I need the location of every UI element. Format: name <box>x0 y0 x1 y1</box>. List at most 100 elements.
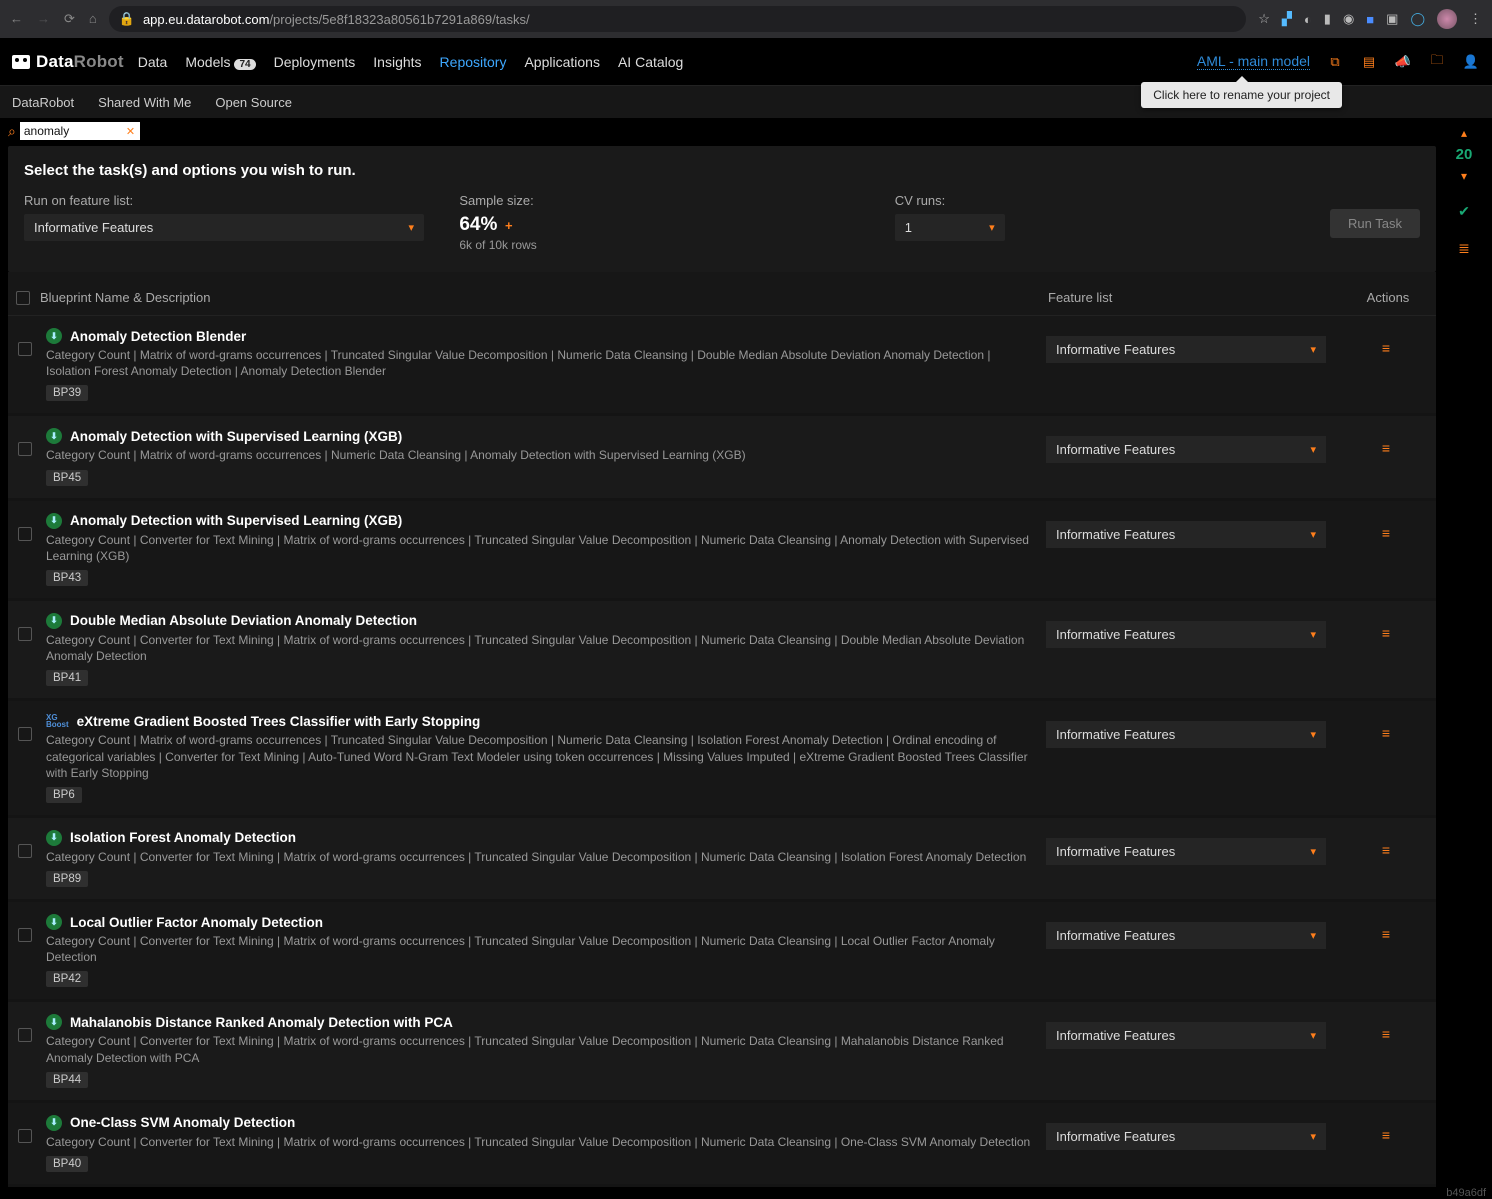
bullhorn-icon[interactable]: 📣 <box>1394 54 1412 70</box>
subtab-datarobot[interactable]: DataRobot <box>12 95 74 110</box>
row-feature-list-dropdown[interactable]: Informative Features▾ <box>1046 436 1326 463</box>
cv-runs-label: CV runs: <box>895 193 1310 208</box>
ext-3-icon[interactable]: ▮ <box>1324 11 1331 27</box>
row-actions-icon[interactable]: ≡ <box>1346 513 1426 541</box>
search-input[interactable] <box>20 122 140 140</box>
project-name[interactable]: AML - main model <box>1197 53 1310 70</box>
logo[interactable]: DataRobot <box>12 52 124 72</box>
menu-item-models[interactable]: Models74 <box>185 54 255 70</box>
row-actions-icon[interactable]: ≡ <box>1346 1115 1426 1143</box>
blueprint-title[interactable]: Anomaly Detection Blender <box>70 329 246 344</box>
row-feature-list-value: Informative Features <box>1056 442 1175 457</box>
ext-5-icon[interactable]: ■ <box>1366 12 1374 27</box>
row-actions-icon[interactable]: ≡ <box>1346 613 1426 641</box>
blueprint-id-badge: BP42 <box>46 971 88 987</box>
table-row: ⬇ Anomaly Detection with Supervised Learn… <box>8 416 1436 500</box>
chevron-down-icon[interactable]: ▾ <box>1461 169 1467 183</box>
row-feature-list-dropdown[interactable]: Informative Features▾ <box>1046 838 1326 865</box>
chevron-up-icon[interactable]: ▴ <box>1461 126 1467 140</box>
blueprint-title[interactable]: One-Class SVM Anomaly Detection <box>70 1115 295 1130</box>
row-feature-list-dropdown[interactable]: Informative Features▾ <box>1046 521 1326 548</box>
blueprint-title[interactable]: Anomaly Detection with Supervised Learni… <box>70 513 402 528</box>
chevron-down-icon: ▾ <box>1310 1130 1316 1143</box>
row-checkbox[interactable] <box>18 928 32 942</box>
user-icon[interactable]: 👤 <box>1462 54 1480 70</box>
blueprint-title[interactable]: Double Median Absolute Deviation Anomaly… <box>70 613 417 628</box>
algorithm-icon: ⬇ <box>46 428 62 444</box>
check-circle-icon[interactable]: ✔ <box>1458 203 1470 220</box>
chevron-down-icon: ▾ <box>989 221 995 234</box>
home-icon[interactable]: ⌂ <box>89 11 97 27</box>
menu-item-repository[interactable]: Repository <box>440 54 507 70</box>
select-all-checkbox[interactable] <box>16 291 30 305</box>
row-feature-list-dropdown[interactable]: Informative Features▾ <box>1046 621 1326 648</box>
row-actions-icon[interactable]: ≡ <box>1346 1014 1426 1042</box>
queue-count[interactable]: 20 <box>1456 146 1473 163</box>
url-path: /projects/5e8f18323a80561b7291a869/tasks… <box>269 12 529 27</box>
row-actions-icon[interactable]: ≡ <box>1346 713 1426 741</box>
table-row: ⬇Isolation Forest Anomaly DetectionCateg… <box>8 818 1436 902</box>
feature-list-dropdown[interactable]: Informative Features ▾ <box>24 214 424 241</box>
blueprint-title[interactable]: Local Outlier Factor Anomaly Detection <box>70 915 323 930</box>
back-icon[interactable]: ← <box>10 11 23 27</box>
row-feature-list-dropdown[interactable]: Informative Features▾ <box>1046 721 1326 748</box>
menu-icon[interactable]: ⋮ <box>1469 11 1482 27</box>
row-actions-icon[interactable]: ≡ <box>1346 914 1426 942</box>
share-icon[interactable]: ⧉ <box>1326 54 1344 70</box>
blueprint-description: Category Count | Matrix of word-grams oc… <box>46 447 1038 463</box>
menu-item-ai-catalog[interactable]: AI Catalog <box>618 54 683 70</box>
row-checkbox[interactable] <box>18 727 32 741</box>
row-actions-icon[interactable]: ≡ <box>1346 830 1426 858</box>
chevron-down-icon: ▾ <box>1310 628 1316 641</box>
row-checkbox[interactable] <box>18 527 32 541</box>
sample-size-plus[interactable]: + <box>505 218 513 233</box>
ext-7-icon[interactable]: ◯ <box>1410 11 1425 27</box>
row-checkbox[interactable] <box>18 627 32 641</box>
star-icon[interactable]: ☆ <box>1258 11 1270 27</box>
row-actions-icon[interactable]: ≡ <box>1346 328 1426 356</box>
row-feature-list-dropdown[interactable]: Informative Features▾ <box>1046 1123 1326 1150</box>
reload-icon[interactable]: ⟳ <box>64 11 75 27</box>
algorithm-icon: ⬇ <box>46 613 62 629</box>
logo-icon <box>12 55 30 69</box>
right-rail: ▴ 20 ▾ ✔ ≣ <box>1444 118 1484 1187</box>
blueprint-id-badge: BP6 <box>46 787 82 803</box>
subtab-shared-with-me[interactable]: Shared With Me <box>98 95 191 110</box>
row-checkbox[interactable] <box>18 844 32 858</box>
menu-item-insights[interactable]: Insights <box>373 54 421 70</box>
row-actions-icon[interactable]: ≡ <box>1346 428 1426 456</box>
run-task-button[interactable]: Run Task <box>1330 209 1420 238</box>
row-checkbox[interactable] <box>18 1028 32 1042</box>
avatar[interactable] <box>1437 9 1457 29</box>
col-actions: Actions <box>1348 290 1428 305</box>
subtab-open-source[interactable]: Open Source <box>215 95 292 110</box>
forward-icon[interactable]: → <box>37 11 50 27</box>
ext-2-icon[interactable]: ◐ <box>1304 12 1312 27</box>
blueprint-title[interactable]: Mahalanobis Distance Ranked Anomaly Dete… <box>70 1015 453 1030</box>
row-feature-list-dropdown[interactable]: Informative Features▾ <box>1046 1022 1326 1049</box>
ext-1-icon[interactable]: ▞ <box>1282 11 1292 27</box>
url-bar[interactable]: 🔒 app.eu.datarobot.com/projects/5e8f1832… <box>109 6 1247 32</box>
algorithm-icon: ⬇ <box>46 830 62 846</box>
ext-4-icon[interactable]: ◉ <box>1343 11 1354 27</box>
menu-item-deployments[interactable]: Deployments <box>274 54 356 70</box>
blueprint-description: Category Count | Converter for Text Mini… <box>46 1134 1038 1150</box>
task-list-icon[interactable]: ≣ <box>1458 240 1470 257</box>
menu-item-data[interactable]: Data <box>138 54 168 70</box>
blueprint-title[interactable]: eXtreme Gradient Boosted Trees Classifie… <box>77 714 481 729</box>
blueprint-description: Category Count | Matrix of word-grams oc… <box>46 732 1038 781</box>
row-checkbox[interactable] <box>18 1129 32 1143</box>
blueprint-title[interactable]: Anomaly Detection with Supervised Learni… <box>70 429 402 444</box>
row-checkbox[interactable] <box>18 342 32 356</box>
row-checkbox[interactable] <box>18 442 32 456</box>
search-icon: ⌕ <box>8 123 16 140</box>
cv-runs-dropdown[interactable]: 1 ▾ <box>895 214 1005 241</box>
blueprint-title[interactable]: Isolation Forest Anomaly Detection <box>70 830 296 845</box>
folder-icon[interactable]: 🗀 <box>1428 51 1446 73</box>
row-feature-list-dropdown[interactable]: Informative Features▾ <box>1046 336 1326 363</box>
clear-search-icon[interactable]: ✕ <box>126 125 135 138</box>
menu-item-applications[interactable]: Applications <box>524 54 600 70</box>
row-feature-list-dropdown[interactable]: Informative Features▾ <box>1046 922 1326 949</box>
ext-6-icon[interactable]: ▣ <box>1386 11 1398 27</box>
book-icon[interactable]: ▤ <box>1360 54 1378 70</box>
